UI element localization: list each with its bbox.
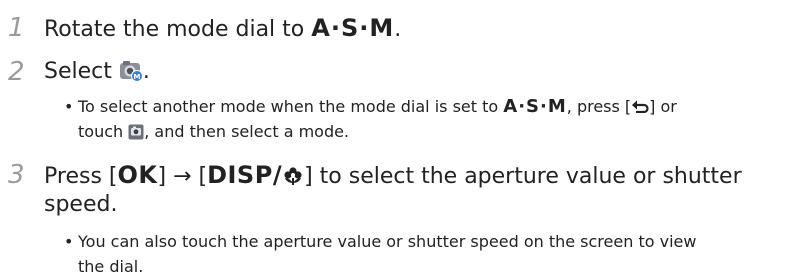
bullet-text: You can also touch the aperture value or… xyxy=(64,229,776,279)
disp-key-label: DISP xyxy=(207,161,273,189)
step-2-text: Select xyxy=(44,59,112,84)
touch-mode-icon xyxy=(128,122,144,140)
macro-flower-icon xyxy=(282,165,304,185)
camera-mode-icon: M xyxy=(119,60,143,82)
step-text: Press [OK] → [DISP/ ] to select the apert… xyxy=(44,160,742,192)
bullet-2-line1: You can also touch the aperture value or… xyxy=(78,232,697,251)
bullet-2-line2: the dial. xyxy=(78,257,144,276)
bullet-2: • You can also touch the aperture value … xyxy=(64,229,776,279)
ok-key-label: OK xyxy=(117,161,158,189)
step-3-text-after: ] to select the aperture value or shutte… xyxy=(304,164,742,189)
step-3-arrow: ] → [ xyxy=(157,164,208,189)
step-text: Select M . xyxy=(44,57,150,87)
bullet-1-line2a: touch xyxy=(78,122,124,141)
bullet-1-part2: , press [ xyxy=(566,97,632,116)
step-number: 1 xyxy=(8,13,25,43)
step-text: Rotate the mode dial to A·S·M. xyxy=(44,13,401,45)
step-number: 3 xyxy=(8,160,25,190)
svg-text:M: M xyxy=(133,73,140,81)
bullet-text: To select another mode when the mode dia… xyxy=(64,94,776,144)
bullet-1: • To select another mode when the mode d… xyxy=(64,94,776,144)
mode-asm-label: A·S·M xyxy=(311,14,395,42)
bullet-1-part3: ] or xyxy=(649,97,677,116)
mode-asm-label: A·S·M xyxy=(503,96,567,117)
slash: / xyxy=(272,161,283,189)
back-arrow-icon xyxy=(631,95,649,114)
period: . xyxy=(142,59,150,84)
bullet-1-line2b: , and then select a mode. xyxy=(144,122,350,141)
period: . xyxy=(394,17,402,42)
step-number: 2 xyxy=(8,57,25,87)
step-3-text-before: Press [ xyxy=(44,164,118,189)
step-1-text: Rotate the mode dial to xyxy=(44,17,305,42)
bullet-1-part1: To select another mode when the mode dia… xyxy=(78,97,499,116)
step-3-continuation: speed. xyxy=(44,192,118,217)
bullet-dot: • xyxy=(64,97,74,116)
bullet-dot: • xyxy=(64,232,74,251)
